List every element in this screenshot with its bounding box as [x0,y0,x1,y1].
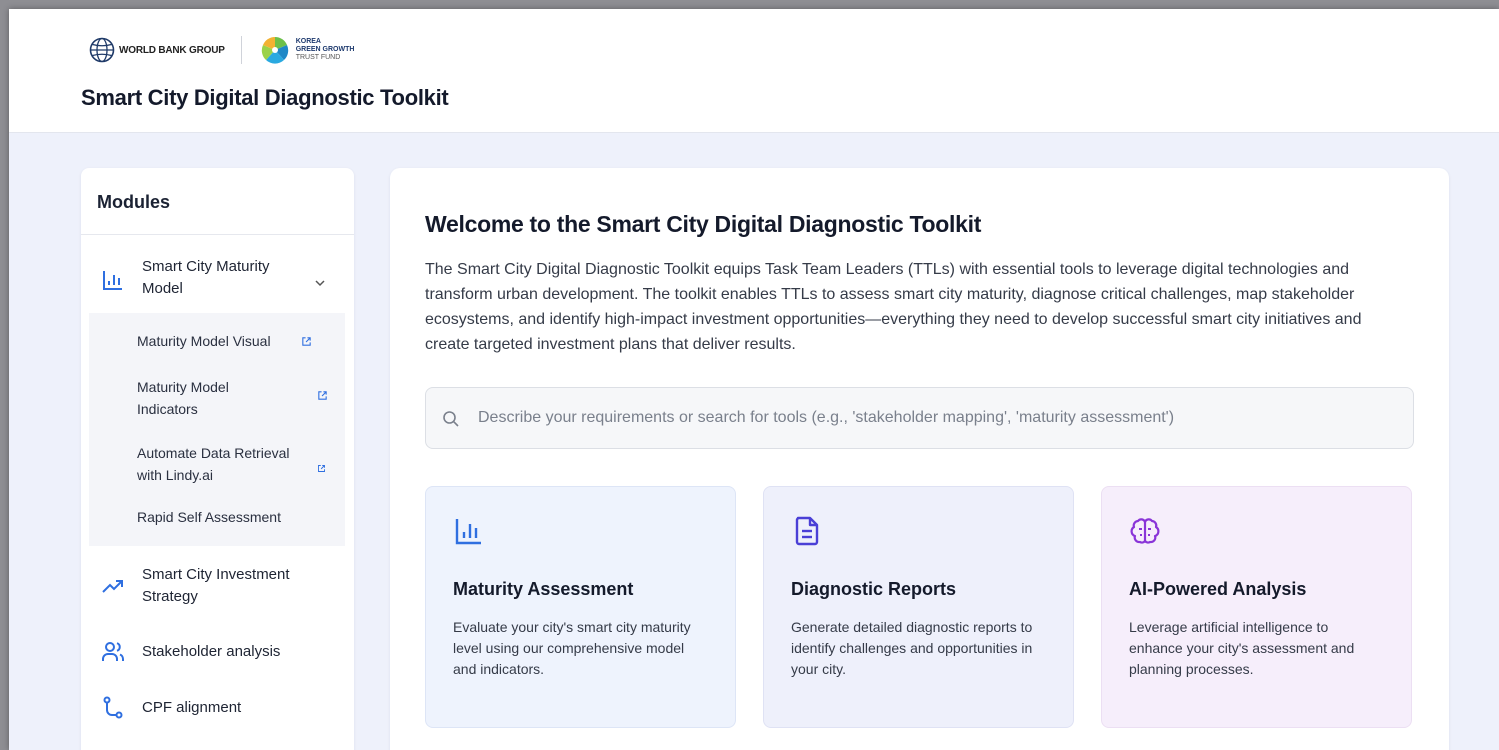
card-title: Maturity Assessment [453,579,634,599]
card-description: Leverage artificial intelligence to enha… [1129,619,1355,677]
submenu-item-label: Rapid Self Assessment [137,509,281,525]
welcome-heading: Welcome to the Smart City Digital Diagno… [425,211,982,237]
intro-paragraph: The Smart City Digital Diagnostic Toolki… [425,261,1362,353]
external-link-icon [302,337,311,346]
trending-up-icon [102,580,123,593]
sidebar-item-stakeholder-analysis[interactable]: Stakeholder analysis [81,634,354,670]
submenu-item-rapid-self-assessment[interactable]: Rapid Self Assessment [89,500,345,546]
submenu-item-label: Maturity Model Indicators [137,379,229,417]
card-diagnostic-reports[interactable]: Diagnostic Reports Generate detailed dia… [763,486,1074,728]
modules-sidebar: Modules Smart City Maturity Model Maturi… [81,168,354,750]
maturity-submenu: Maturity Model Visual Maturity Model Ind… [89,313,345,546]
search-input[interactable] [478,388,1398,448]
document-icon [795,516,819,546]
users-icon [102,642,124,661]
globe-icon [89,37,115,63]
main-panel: Welcome to the Smart City Digital Diagno… [390,168,1449,750]
sidebar-divider [81,234,354,235]
bar-chart-icon [455,519,481,545]
route-icon [103,696,123,719]
app-window: WORLD BANK GROUP KOREA GREEN GROWTH TRUS… [9,9,1499,750]
kgg-line-3: TRUST FUND [295,54,341,61]
world-bank-group-wordmark: WORLD BANK GROUP [119,44,225,56]
submenu-item-label: Automate Data Retrieval with Lindy.ai [137,445,290,483]
chevron-down-icon[interactable] [314,277,326,289]
external-link-icon [318,391,327,400]
app-title: Smart City Digital Diagnostic Toolkit [81,85,449,110]
app-header: WORLD BANK GROUP KOREA GREEN GROWTH TRUS… [9,9,1499,133]
card-maturity-assessment[interactable]: Maturity Assessment Evaluate your city's… [425,486,736,728]
sidebar-item-cpf-alignment[interactable]: CPF alignment [81,690,354,726]
card-description: Generate detailed diagnostic reports to … [791,619,1033,677]
search-box[interactable] [425,387,1414,449]
brain-icon [1130,518,1160,544]
card-title: AI-Powered Analysis [1129,579,1307,599]
card-description: Evaluate your city's smart city maturity… [453,619,691,677]
korea-green-growth-logo[interactable]: KOREA GREEN GROWTH TRUST FUND [260,35,355,65]
sidebar-item-label: Smart City Investment Strategy [142,566,290,605]
card-title: Diagnostic Reports [791,579,957,599]
pinwheel-icon [261,37,288,64]
submenu-item-lindy-automation[interactable]: Automate Data Retrieval with Lindy.ai [89,434,345,500]
sidebar-item-label: Stakeholder analysis [142,643,281,660]
logo-divider [240,36,242,64]
submenu-item-maturity-indicators[interactable]: Maturity Model Indicators [89,368,345,434]
sidebar-item-maturity-model[interactable]: Smart City Maturity Model [81,250,354,308]
sidebar-item-label: CPF alignment [142,699,242,716]
search-icon [443,411,459,427]
kgg-wordmark: KOREA GREEN GROWTH TRUST FUND [296,38,355,62]
submenu-item-label: Maturity Model Visual [137,333,271,349]
kgg-line-2: GREEN GROWTH [295,46,355,53]
sidebar-item-label: Smart City Maturity Model [142,258,270,297]
kgg-line-1: KOREA [295,38,321,45]
external-link-icon [318,465,325,472]
partner-logos: WORLD BANK GROUP KOREA GREEN GROWTH TRUS… [89,35,354,65]
card-ai-powered-analysis[interactable]: AI-Powered Analysis Leverage artificial … [1101,486,1412,728]
world-bank-group-logo[interactable]: WORLD BANK GROUP [89,37,225,63]
bar-chart-icon [103,271,122,290]
sidebar-title: Modules [97,192,171,212]
submenu-item-maturity-visual[interactable]: Maturity Model Visual [89,313,345,368]
sidebar-item-investment-strategy[interactable]: Smart City Investment Strategy [81,558,354,614]
